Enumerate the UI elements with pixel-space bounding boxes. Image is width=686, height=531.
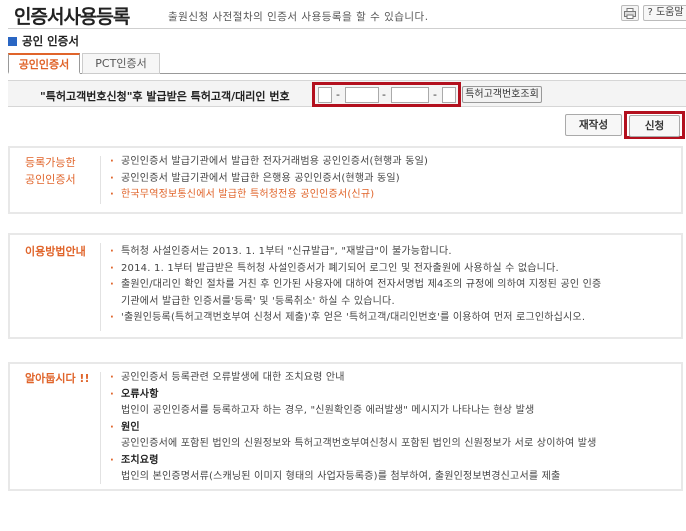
printer-icon	[624, 8, 636, 19]
available-label-line-1: 등록가능한	[25, 156, 76, 169]
square-bullet-icon	[8, 36, 17, 46]
section-title-text: 공인 인증서	[22, 34, 79, 48]
list-item: 공인인증서 발급기관에서 발급한 전자거래범용 공인인증서(현행과 동일)	[110, 154, 673, 171]
customer-number-highlight	[312, 82, 461, 107]
available-certificates-list: 공인인증서 발급기관에서 발급한 전자거래범용 공인인증서(현행과 동일) 공인…	[110, 154, 673, 204]
list-item: 법인의 본인증명서류(스캐닝된 이미지 형태의 사업자등록증)를 첨부하여, 출…	[121, 471, 561, 482]
usage-guide-list: 특허청 사설인증서는 2013. 1. 1부터 "신규발급", "재발급"이 불…	[110, 244, 673, 327]
notice-subheading-cause: 원인	[110, 420, 673, 437]
help-button[interactable]: ? 도움말	[643, 5, 686, 21]
notice-subheading-error: 오류사항	[110, 387, 673, 404]
list-item: 법인이 공인인증서를 등록하고자 하는 경우, "신원확인증 에러발생" 메시지…	[121, 405, 535, 416]
header-divider	[8, 28, 686, 29]
list-item: 2014. 1. 1부터 발급받은 특허청 사설인증서가 폐기되어 로그인 및 …	[110, 261, 673, 278]
customer-number-part-3[interactable]	[391, 87, 429, 103]
page-title: 인증서사용등록	[14, 6, 130, 28]
tab-bar: 공인인증서 PCT인증서	[8, 53, 686, 74]
notice-box: 알아둡시다 !! 공인인증서 등록관련 오류발생에 대한 조치요령 안내 오류사…	[8, 362, 683, 491]
separator-2: -	[382, 88, 386, 101]
available-certificates-label: 등록가능한 공인인증서	[25, 154, 76, 188]
list-item: 출원인/대리인 확인 절차를 거친 후 인가된 사용자에 대하여 전자서명법 제…	[110, 277, 673, 294]
list-item: 특허청 사설인증서는 2013. 1. 1부터 "신규발급", "재발급"이 불…	[110, 244, 673, 261]
list-item: 한국무역정보통신에서 발급한 특허청전용 공인인증서(신규)	[110, 187, 673, 204]
customer-number-part-1[interactable]	[318, 87, 332, 103]
section-title: 공인 인증서	[8, 34, 79, 48]
list-item: 공인인증서에 포함된 법인의 신원정보와 특허고객번호부여신청시 포함된 법인의…	[121, 438, 597, 449]
list-item: 기관에서 발급한 인증서를'등록' 및 '등록취소' 하실 수 있습니다.	[121, 295, 395, 307]
usage-guide-box: 이용방법안내 특허청 사설인증서는 2013. 1. 1부터 "신규발급", "…	[8, 233, 683, 339]
notice-label: 알아둡시다 !!	[25, 372, 90, 385]
available-label-line-2: 공인인증서	[25, 173, 76, 186]
page-header: 인증서사용등록 출원신청 사전절차의 인증서 사용등록을 할 수 있습니다. ?…	[8, 0, 686, 30]
apply-button-highlight: 신청	[624, 111, 685, 139]
apply-button[interactable]: 신청	[629, 115, 680, 137]
notice-subheading-action: 조치요령	[110, 453, 673, 470]
print-button[interactable]	[621, 5, 639, 21]
rewrite-button[interactable]: 재작성	[565, 114, 622, 136]
notice-list: 공인인증서 등록관련 오류발생에 대한 조치요령 안내 오류사항 법인이 공인인…	[110, 370, 673, 486]
page-description: 출원신청 사전절차의 인증서 사용등록을 할 수 있습니다.	[168, 11, 429, 23]
separator-1: -	[336, 88, 340, 101]
available-certificates-box: 등록가능한 공인인증서 공인인증서 발급기관에서 발급한 전자거래범용 공인인증…	[8, 146, 683, 214]
customer-number-lookup-button[interactable]: 특허고객번호조회	[462, 86, 542, 103]
tab-pct-certificate[interactable]: PCT인증서	[82, 53, 160, 74]
list-item: 공인인증서 등록관련 오류발생에 대한 조치요령 안내	[110, 370, 673, 387]
separator-3: -	[433, 88, 437, 101]
customer-number-part-2[interactable]	[345, 87, 379, 103]
customer-number-part-4[interactable]	[442, 87, 456, 103]
box-divider	[100, 156, 101, 204]
box-divider	[100, 243, 101, 331]
box-divider	[100, 372, 101, 484]
customer-number-row: "특허고객번호신청"후 발급받은 특허고객/대리인 번호 - - - 특허고객번…	[8, 80, 686, 107]
customer-number-label: "특허고객번호신청"후 발급받은 특허고객/대리인 번호	[40, 90, 290, 103]
tab-public-certificate[interactable]: 공인인증서	[8, 53, 80, 74]
list-item: '출원인등록(특허고객번호부여 신청서 제출)'후 얻은 '특허고객/대리인번호…	[110, 310, 673, 327]
list-item: 공인인증서 발급기관에서 발급한 은행용 공인인증서(현행과 동일)	[110, 171, 673, 188]
usage-guide-label: 이용방법안내	[25, 245, 86, 258]
